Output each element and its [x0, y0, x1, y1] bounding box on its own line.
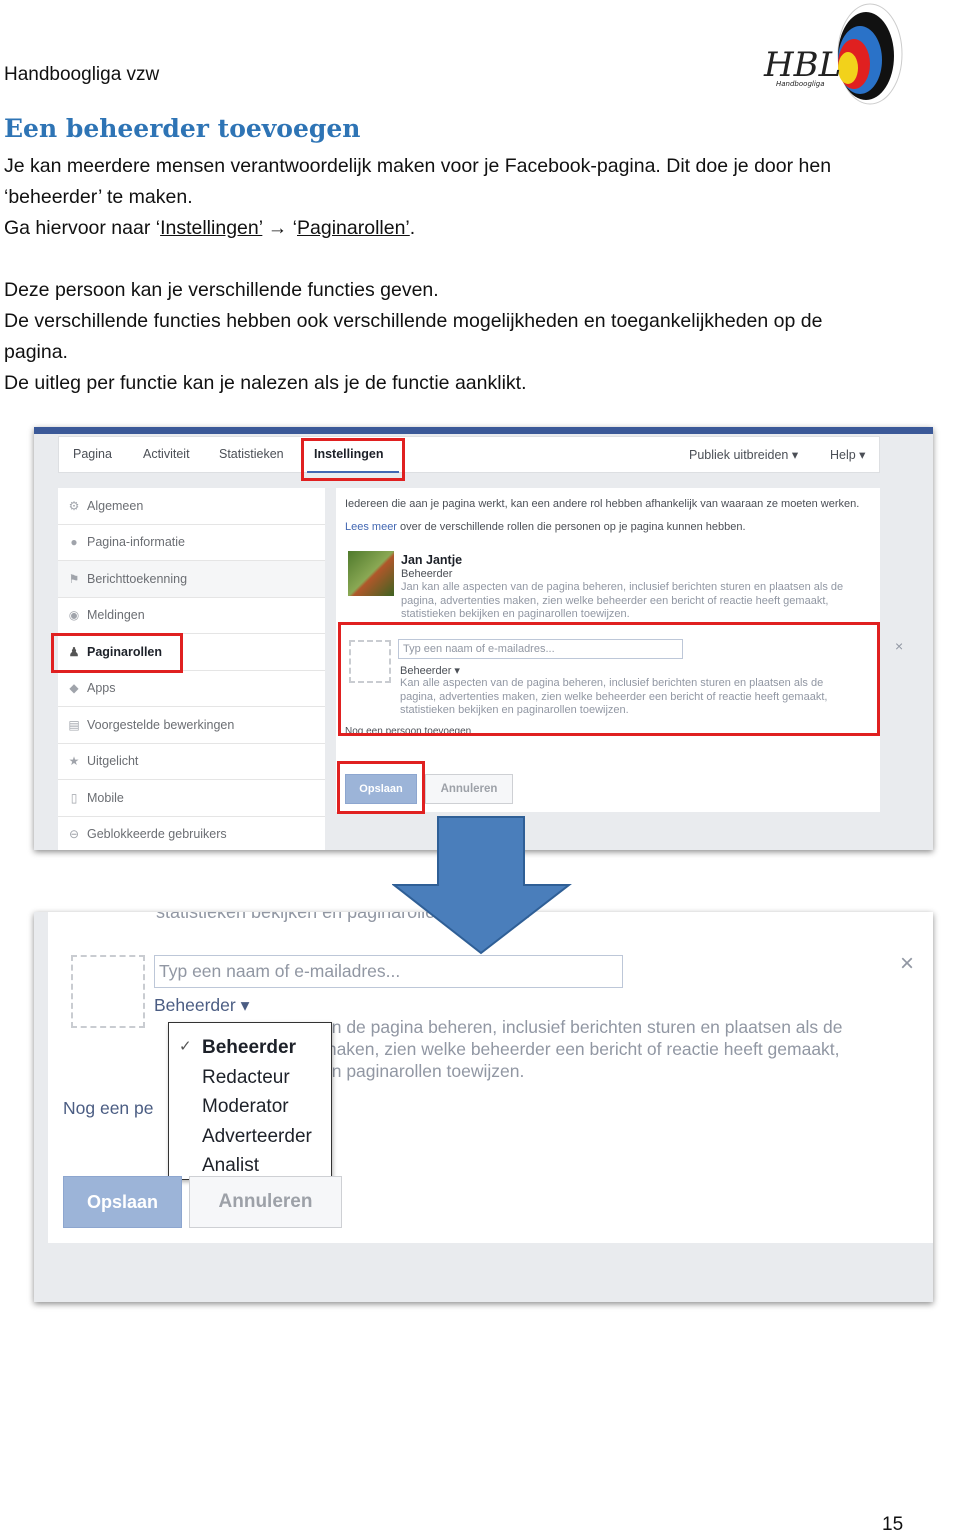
- sidebar-item-label: Pagina-informatie: [87, 535, 185, 550]
- sidebar-item-geblokkeerde-gebruikers[interactable]: ⊖ Geblokkeerde gebruikers: [58, 817, 325, 851]
- cancel-button[interactable]: Annuleren: [189, 1176, 342, 1228]
- paragraph-intro: Je kan meerdere mensen verantwoordelijk …: [4, 151, 831, 399]
- text-line: statistieken bekijken en paginarollen to…: [401, 608, 630, 620]
- page-number: 15: [882, 1514, 904, 1535]
- highlight-save: [337, 761, 425, 814]
- sidebar-item-label: Apps: [87, 681, 116, 696]
- screenshot-page-roles: Pagina Activiteit Statistieken Instellin…: [34, 427, 933, 850]
- blocked-icon: ⊖: [68, 827, 80, 842]
- sidebar-item-label: Berichttoekenning: [87, 571, 188, 586]
- arrow-text: → ‘: [262, 217, 298, 239]
- text-line: Jan kan alle aspecten van de pagina behe…: [401, 581, 844, 593]
- learn-more-link[interactable]: Lees meer: [345, 521, 397, 533]
- text-line: an de pagina beheren, inclusief berichte…: [322, 1017, 843, 1037]
- instellingen-ref: Instellingen’: [160, 217, 263, 239]
- person-role: Beheerder: [401, 568, 453, 580]
- sidebar-item-label: Meldingen: [87, 608, 145, 623]
- sidebar-item-algemeen[interactable]: ⚙ Algemeen: [58, 488, 325, 525]
- hbl-logo: HBL Handboogliga: [763, 3, 903, 105]
- sidebar-item-label: Voorgestelde bewerkingen: [87, 717, 235, 732]
- add-person-panel-zoomed: statistieken bekijken en paginarollen to…: [48, 912, 933, 1243]
- page-nav: Pagina Activiteit Statistieken Instellin…: [58, 436, 880, 473]
- add-another-person-link[interactable]: Nog een pe: [63, 1098, 154, 1119]
- text-line: pagina.: [4, 341, 68, 363]
- text-line: maken, zien welke beheerder een bericht …: [322, 1039, 840, 1059]
- sidebar-item-mobile[interactable]: ▯ Mobile: [58, 780, 325, 817]
- text: over de verschillende rollen die persone…: [396, 521, 746, 533]
- person-role-description: Jan kan alle aspecten van de pagina behe…: [401, 581, 843, 622]
- text-line: en paginarollen toewijzen.: [322, 1061, 525, 1081]
- text-line: Ga hiervoor naar ‘Instellingen’ → ‘Pagin…: [4, 213, 831, 244]
- menu-item-redacteur[interactable]: Redacteur: [202, 1067, 290, 1089]
- facebook-top-bar: [34, 427, 933, 434]
- highlight-instellingen: [301, 438, 405, 481]
- gear-icon: ⚙: [68, 498, 80, 513]
- sidebar-item-berichttoekenning[interactable]: ⚑ Berichttoekenning: [58, 561, 325, 598]
- close-icon[interactable]: ×: [900, 950, 914, 978]
- menu-item-moderator[interactable]: Moderator: [202, 1096, 289, 1118]
- save-button[interactable]: Opslaan: [63, 1176, 182, 1228]
- down-arrow-icon: [392, 816, 572, 955]
- avatar: [348, 551, 394, 596]
- sidebar-item-label: Geblokkeerde gebruikers: [87, 827, 227, 842]
- menu-item-analist[interactable]: Analist: [202, 1155, 259, 1177]
- tab-statistieken[interactable]: Statistieken: [219, 447, 284, 461]
- sidebar-item-voorgestelde-bewerkingen[interactable]: ▤ Voorgestelde bewerkingen: [58, 707, 325, 744]
- person-name[interactable]: Jan Jantje: [401, 553, 462, 567]
- text: .: [409, 217, 416, 239]
- tab-pagina[interactable]: Pagina: [73, 447, 112, 461]
- sidebar-item-label: Mobile: [87, 790, 124, 805]
- sidebar-item-pagina-informatie[interactable]: ● Pagina-informatie: [58, 525, 325, 561]
- svg-text:HBL: HBL: [763, 45, 841, 85]
- tab-activiteit[interactable]: Activiteit: [143, 447, 190, 461]
- flag-icon: ⚑: [68, 571, 80, 586]
- text-line: ‘beheerder’ te maken.: [4, 186, 193, 208]
- highlight-add-person: [338, 622, 880, 736]
- check-icon: ✓: [179, 1038, 192, 1055]
- star-icon: ★: [68, 754, 80, 769]
- highlight-paginarollen: [51, 633, 183, 673]
- globe-icon: ◉: [68, 608, 80, 623]
- text-line: Je kan meerdere mensen verantwoordelijk …: [4, 155, 832, 177]
- learn-more-line: Lees meer over de verschillende rollen d…: [345, 521, 746, 533]
- sidebar-item-uitgelicht[interactable]: ★ Uitgelicht: [58, 744, 325, 780]
- text: Ga hiervoor naar ‘: [4, 217, 161, 239]
- close-icon[interactable]: ×: [895, 638, 903, 654]
- new-person-placeholder: [71, 955, 145, 1028]
- cube-icon: ◆: [69, 681, 79, 696]
- svg-text:Handboogliga: Handboogliga: [776, 80, 825, 88]
- role-dropdown[interactable]: Beheerder ▾: [154, 995, 249, 1016]
- organization-name: Handboogliga vzw: [4, 64, 160, 85]
- intro-text: Iedereen die aan je pagina werkt, kan ee…: [345, 498, 860, 510]
- paginarollen-ref: Paginarollen’: [297, 217, 410, 239]
- text-line: Deze persoon kan je verschillende functi…: [4, 279, 439, 301]
- role-menu: ✓ Beheerder Redacteur Moderator Advertee…: [168, 1022, 332, 1180]
- sidebar-item-meldingen[interactable]: ◉ Meldingen: [58, 598, 325, 634]
- sidebar-item-label: Algemeen: [87, 498, 144, 513]
- tab-help[interactable]: Help ▾: [830, 447, 865, 462]
- text-line: De uitleg per functie kan je nalezen als…: [4, 372, 527, 394]
- name-email-input[interactable]: Typ een naam of e-mailadres...: [154, 955, 623, 988]
- screenshot-role-dropdown: statistieken bekijken en paginarollen to…: [34, 912, 933, 1302]
- menu-item-beheerder[interactable]: Beheerder: [202, 1037, 296, 1059]
- page-title: Een beheerder toevoegen: [4, 114, 361, 143]
- role-description: an de pagina beheren, inclusief berichte…: [322, 1016, 843, 1082]
- menu-item-adverteerder[interactable]: Adverteerder: [202, 1126, 312, 1148]
- text-line: De verschillende functies hebben ook ver…: [4, 310, 823, 332]
- sidebar-item-label: Uitgelicht: [87, 754, 139, 769]
- tab-publiek-uitbreiden[interactable]: Publiek uitbreiden ▾: [689, 447, 798, 462]
- text-line: pagina, advertenties maken, zien welke b…: [401, 594, 829, 607]
- mobile-icon: ▯: [70, 790, 78, 805]
- sidebar-item-apps[interactable]: ◆ Apps: [58, 671, 325, 707]
- info-icon: ●: [70, 535, 78, 550]
- cancel-button[interactable]: Annuleren: [425, 774, 513, 804]
- calendar-icon: ▤: [68, 717, 80, 732]
